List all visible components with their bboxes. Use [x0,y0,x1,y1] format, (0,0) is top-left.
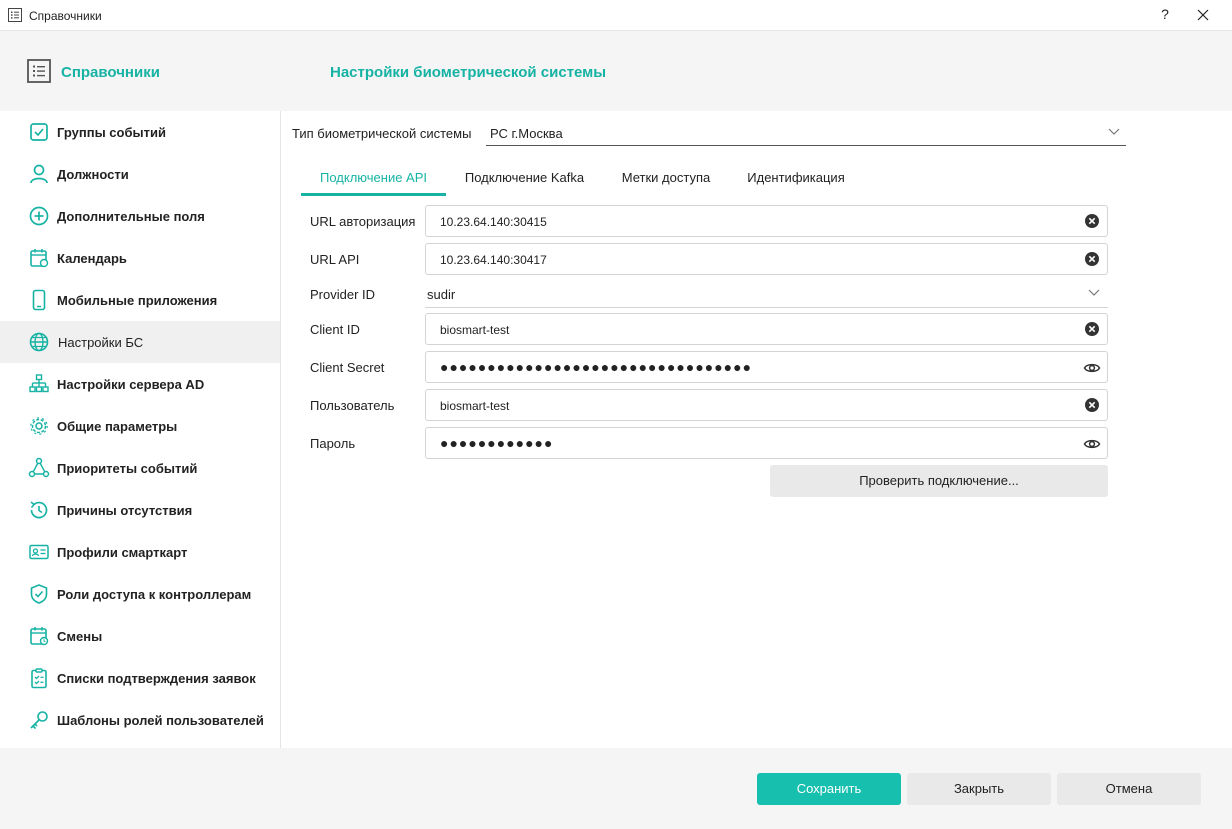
sidebar-item-label: Роли доступа к контроллерам [57,587,252,602]
api-url-input[interactable]: 10.23.64.140:30417 [425,243,1108,275]
tab-api-connection[interactable]: Подключение API [301,162,446,196]
api-url-label: URL API [310,252,360,267]
sidebar-item-smartcard-profiles[interactable]: Профили смарткарт [0,531,280,573]
section-title: Справочники [61,64,160,81]
biometric-type-select[interactable]: РС г.Москва [486,122,1126,146]
sidebar-item-label: Настройки сервера AD [57,377,205,392]
sidebar-item-label: Приоритеты событий [57,461,198,476]
sidebar-item-label: Группы событий [57,125,166,140]
sidebar-item-general-params[interactable]: Общие параметры [0,405,280,447]
clear-icon[interactable] [1084,213,1100,229]
page-title: Настройки биометрической системы [330,64,607,81]
header: Справочники Настройки биометрической сис… [0,31,1232,111]
sidebar-item-ad-server[interactable]: Настройки сервера AD [0,363,280,405]
tab-kafka-connection[interactable]: Подключение Kafka [451,162,598,196]
provider-id-select[interactable]: sudir [425,282,1108,308]
list-icon [8,8,22,22]
sidebar-item-label: Шаблоны ролей пользователей [57,713,264,728]
biometric-type-value: РС г.Москва [490,126,563,141]
calendar-icon [30,249,49,268]
api-url-value: 10.23.64.140:30417 [440,253,547,267]
check-connection-button[interactable]: Проверить подключение... [770,465,1108,497]
auth-url-input[interactable]: 10.23.64.140:30415 [425,205,1108,237]
eye-icon[interactable] [1083,360,1101,376]
footer: Сохранить Закрыть Отмена [0,748,1232,829]
sidebar-item-controller-roles[interactable]: Роли доступа к контроллерам [0,573,280,615]
sidebar-item-label: Профили смарткарт [57,545,188,560]
close-button[interactable]: Закрыть [907,773,1051,805]
chevron-down-icon [1108,128,1120,135]
eye-icon[interactable] [1083,436,1101,452]
key-icon [30,711,48,730]
plus-circle-icon [29,206,49,226]
user-input[interactable]: biosmart-test [425,389,1108,421]
sidebar-item-event-groups[interactable]: Группы событий [0,111,280,153]
window-titlebar: Справочники ? [0,0,1232,31]
globe-icon [29,332,49,352]
close-icon[interactable] [1196,8,1210,22]
client-secret-input[interactable]: ●●●●●●●●●●●●●●●●●●●●●●●●●●●●●●●●● [425,351,1108,383]
list-icon [27,59,51,83]
tab-identification[interactable]: Идентификация [736,162,856,196]
sidebar-item-bs-settings[interactable]: Настройки БС [0,321,280,363]
chevron-down-icon [1088,289,1100,296]
sidebar-item-positions[interactable]: Должности [0,153,280,195]
calendar-clock-icon [30,627,49,646]
network-icon [29,374,49,393]
user-value: biosmart-test [440,399,510,413]
user-icon [30,164,48,184]
sidebar-item-event-priorities[interactable]: Приоритеты событий [0,447,280,489]
cancel-button[interactable]: Отмена [1057,773,1201,805]
id-card-icon [29,544,49,560]
gear-icon [30,417,48,435]
sidebar-item-label: Календарь [57,251,127,266]
sidebar-item-label: Причины отсутствия [57,503,193,518]
auth-url-value: 10.23.64.140:30415 [440,215,547,229]
sidebar-item-approval-lists[interactable]: Списки подтверждения заявок [0,657,280,699]
sidebar-item-mobile-apps[interactable]: Мобильные приложения [0,279,280,321]
clear-icon[interactable] [1084,321,1100,337]
sidebar-item-extra-fields[interactable]: Дополнительные поля [0,195,280,237]
sidebar-item-label: Общие параметры [57,419,178,434]
help-button[interactable]: ? [1158,6,1172,22]
triangle-nodes-icon [28,457,50,478]
sidebar: Группы событий Должности Дополнительные … [0,111,281,748]
history-icon [30,501,48,519]
clipboard-check-icon [31,668,47,689]
client-id-input[interactable]: biosmart-test [425,313,1108,345]
sidebar-item-user-role-templates[interactable]: Шаблоны ролей пользователей [0,699,280,741]
tab-access-marks[interactable]: Метки доступа [606,162,726,196]
clear-icon[interactable] [1084,397,1100,413]
password-label: Пароль [310,436,356,451]
clear-icon[interactable] [1084,251,1100,267]
sidebar-item-label: Настройки БС [58,335,144,350]
user-label: Пользователь [310,398,395,413]
checkbox-icon [30,123,48,141]
client-secret-value: ●●●●●●●●●●●●●●●●●●●●●●●●●●●●●●●●● [440,359,753,375]
sidebar-item-label: Смены [57,629,103,644]
window-title: Справочники [29,9,102,23]
sidebar-item-label: Списки подтверждения заявок [57,671,256,686]
biometric-type-label: Тип биометрической системы [292,126,472,141]
provider-id-value: sudir [427,287,456,302]
save-button[interactable]: Сохранить [757,773,901,805]
sidebar-item-label: Должности [57,167,129,182]
auth-url-label: URL авторизация [310,214,416,229]
sidebar-item-label: Мобильные приложения [57,293,218,308]
password-input[interactable]: ●●●●●●●●●●●● [425,427,1108,459]
client-id-label: Client ID [310,322,360,337]
password-value: ●●●●●●●●●●●● [440,435,554,451]
shield-check-icon [30,584,48,604]
provider-id-label: Provider ID [310,287,376,302]
phone-icon [32,289,46,311]
sidebar-item-label: Дополнительные поля [57,209,205,224]
sidebar-item-shifts[interactable]: Смены [0,615,280,657]
client-secret-label: Client Secret [310,360,385,375]
sidebar-item-absence-reasons[interactable]: Причины отсутствия [0,489,280,531]
sidebar-item-calendar[interactable]: Календарь [0,237,280,279]
client-id-value: biosmart-test [440,323,510,337]
